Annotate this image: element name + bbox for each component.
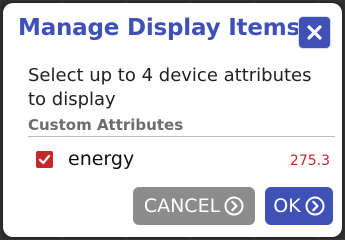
check-icon [38, 154, 51, 165]
attribute-name: energy [68, 148, 135, 170]
ok-button[interactable]: OK [265, 187, 333, 225]
manage-display-items-dialog: Manage Display Items Select up to 4 devi… [3, 3, 342, 237]
ok-button-label: OK [273, 195, 301, 217]
cancel-button-label: CANCEL [143, 195, 221, 217]
close-icon [307, 25, 322, 40]
section-label: Custom Attributes [28, 116, 184, 134]
attribute-row-energy[interactable]: energy 275.3 [28, 145, 333, 175]
chevron-right-circle-icon [224, 196, 244, 216]
dialog-description: Select up to 4 device attributes to disp… [28, 65, 312, 110]
energy-checkbox[interactable] [36, 151, 53, 168]
dialog-title: Manage Display Items [18, 15, 301, 41]
close-button[interactable] [299, 17, 330, 48]
section-divider [28, 136, 335, 137]
attribute-value: 275.3 [289, 153, 330, 169]
cancel-button[interactable]: CANCEL [133, 187, 255, 225]
chevron-right-circle-icon [305, 196, 325, 216]
